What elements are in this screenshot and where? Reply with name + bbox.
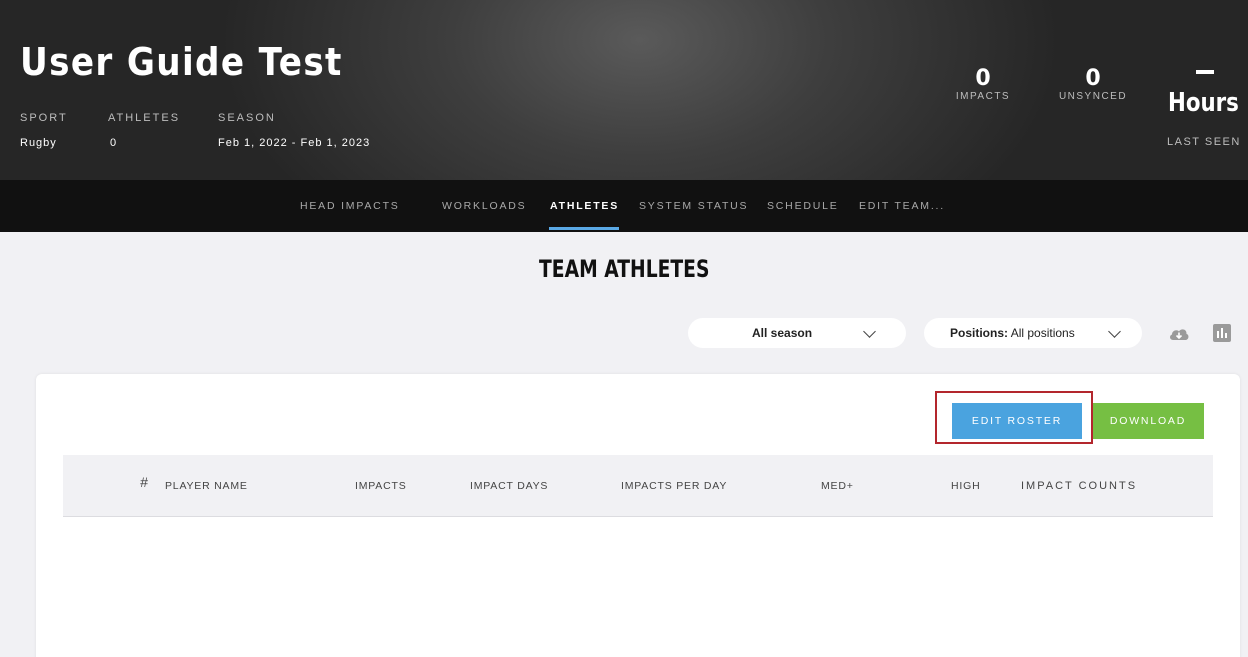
positions-dropdown-label: Positions:	[950, 326, 1009, 340]
active-tab-indicator	[549, 227, 619, 230]
season-dropdown-value: All season	[752, 326, 813, 340]
positions-dropdown[interactable]: Positions: All positions	[924, 318, 1142, 348]
athletes-table-header: # PLAYER NAME IMPACTS IMPACT DAYS IMPACT…	[63, 455, 1213, 517]
column-impact-days[interactable]: IMPACT DAYS	[470, 480, 548, 492]
impacts-label: IMPACTS	[955, 91, 1011, 102]
unsynced-label: UNSYNCED	[1058, 91, 1128, 102]
tab-head-impacts[interactable]: HEAD IMPACTS	[300, 200, 400, 212]
positions-dropdown-value: All positions	[1010, 326, 1075, 340]
athletes-value: 0	[110, 137, 118, 149]
sport-value: Rugby	[20, 137, 57, 149]
team-nav: HEAD IMPACTS WORKLOADS ATHLETES SYSTEM S…	[0, 180, 1248, 232]
tab-edit-team[interactable]: EDIT TEAM...	[859, 200, 945, 212]
impacts-count: 0	[975, 66, 991, 91]
season-value: Feb 1, 2022 - Feb 1, 2023	[218, 137, 371, 149]
download-button[interactable]: DOWNLOAD	[1092, 403, 1204, 439]
season-dropdown[interactable]: All season	[688, 318, 906, 348]
positions-dropdown-text: Positions: All positions	[950, 326, 1075, 340]
team-name: User Guide Test	[20, 40, 343, 84]
column-impacts-per-day[interactable]: IMPACTS PER DAY	[621, 480, 727, 492]
last-seen-label: LAST SEEN	[1167, 136, 1241, 148]
chart-icon[interactable]	[1213, 324, 1231, 342]
column-med-plus[interactable]: MED+	[821, 480, 854, 492]
column-high[interactable]: HIGH	[951, 480, 980, 492]
column-impacts[interactable]: IMPACTS	[355, 480, 407, 492]
cloud-download-icon[interactable]	[1168, 324, 1190, 344]
tab-system-status[interactable]: SYSTEM STATUS	[639, 200, 748, 212]
team-header	[0, 0, 1248, 180]
last-seen-dash	[1196, 70, 1214, 74]
last-seen-value: Hours	[1168, 88, 1239, 118]
column-number[interactable]: #	[140, 474, 149, 490]
chevron-down-icon	[1108, 325, 1121, 338]
season-label: SEASON	[218, 112, 276, 124]
tab-workloads[interactable]: WORKLOADS	[442, 200, 526, 212]
chevron-down-icon	[863, 325, 876, 338]
sport-label: SPORT	[20, 112, 68, 124]
unsynced-count: 0	[1085, 66, 1101, 91]
tab-athletes[interactable]: ATHLETES	[550, 200, 619, 212]
tab-schedule[interactable]: SCHEDULE	[767, 200, 839, 212]
edit-roster-highlight	[935, 391, 1093, 444]
column-impact-counts[interactable]: IMPACT COUNTS	[1021, 480, 1137, 492]
page-title: TEAM ATHLETES	[538, 255, 710, 283]
column-player-name[interactable]: PLAYER NAME	[165, 480, 248, 492]
athletes-label: ATHLETES	[108, 112, 181, 124]
